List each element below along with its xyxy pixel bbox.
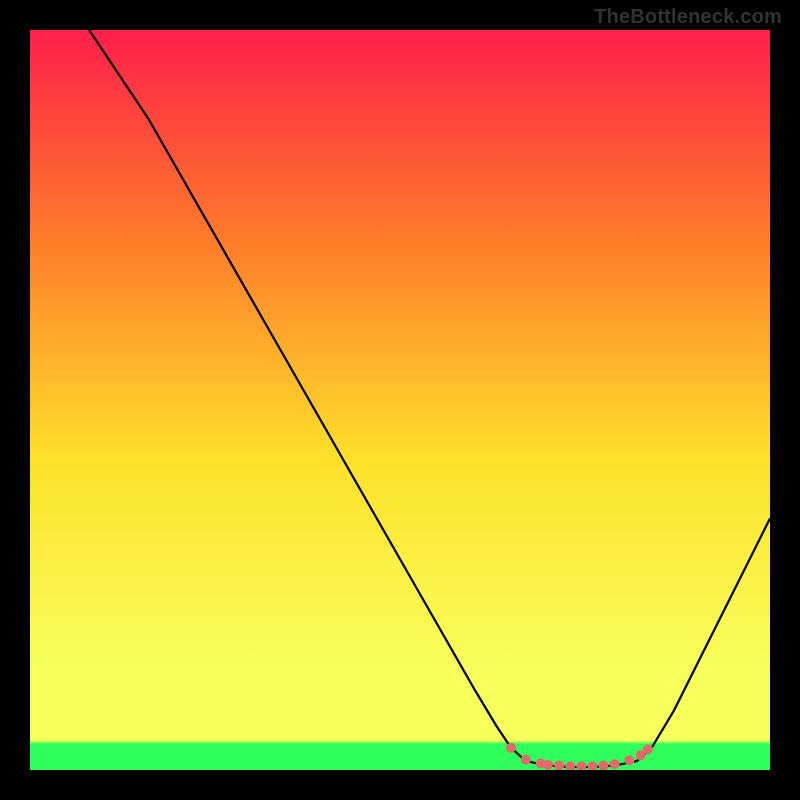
plot-area	[30, 30, 770, 770]
marker-dot	[506, 743, 516, 753]
watermark-text: TheBottleneck.com	[594, 6, 782, 29]
marker-dot	[624, 755, 634, 765]
marker-dot	[643, 744, 653, 754]
gradient-background	[30, 30, 770, 770]
marker-dot	[521, 755, 531, 765]
marker-dot	[543, 760, 553, 770]
chart-container: TheBottleneck.com	[0, 0, 800, 800]
chart-svg	[30, 30, 770, 770]
marker-dot	[610, 759, 620, 769]
